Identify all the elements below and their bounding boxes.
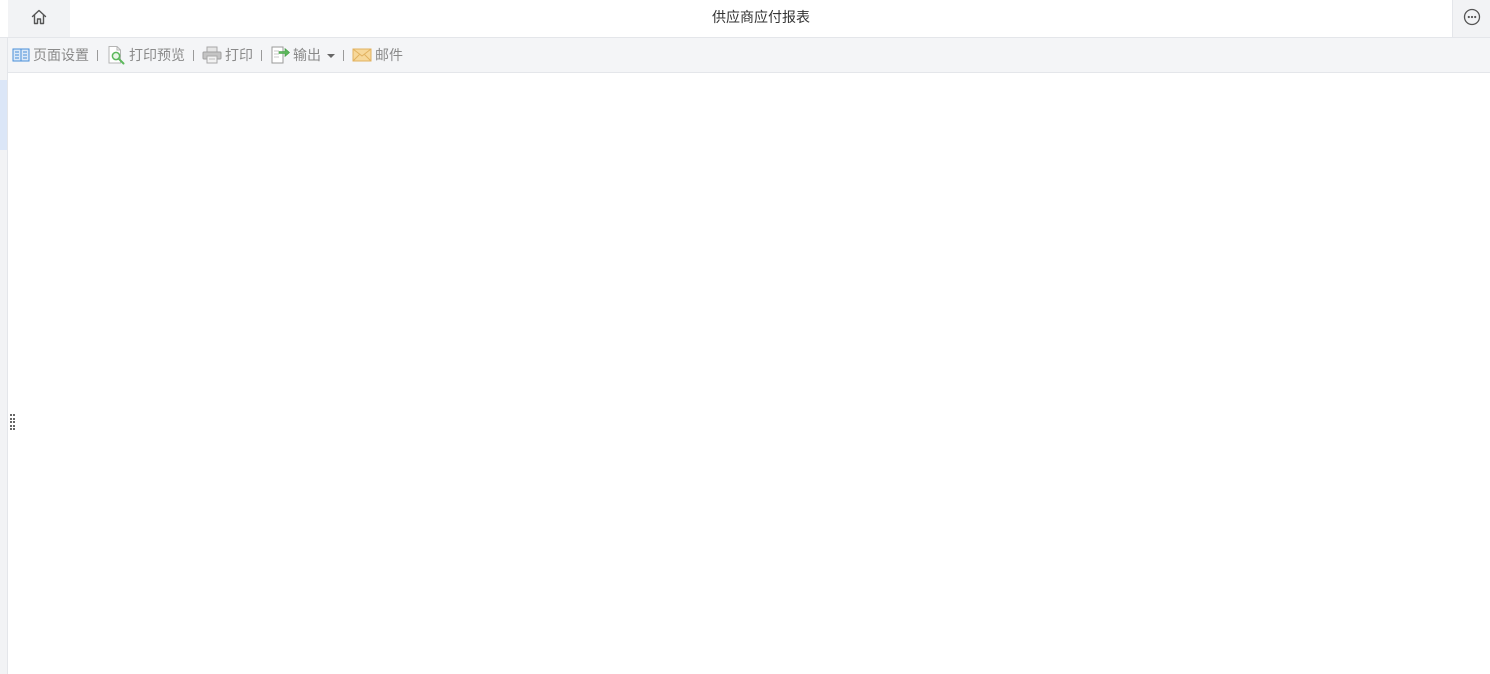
mail-icon bbox=[352, 47, 372, 63]
more-horizontal-circle-icon bbox=[1463, 8, 1481, 30]
export-icon bbox=[270, 45, 290, 65]
report-window: 供应商应付报表 页面设置 打印预览 打印 输出 邮件 bbox=[0, 0, 1490, 674]
toolbar-separator bbox=[193, 49, 194, 61]
print-label: 打印 bbox=[225, 48, 253, 64]
toolbar-separator bbox=[97, 49, 98, 61]
left-panel-active-marker bbox=[0, 80, 7, 150]
export-button[interactable]: 输出 bbox=[268, 42, 337, 68]
panel-resize-handle[interactable] bbox=[10, 414, 16, 430]
print-preview-button[interactable]: 打印预览 bbox=[104, 42, 187, 68]
report-toolbar: 页面设置 打印预览 打印 输出 邮件 bbox=[8, 38, 1490, 73]
toolbar-separator bbox=[261, 49, 262, 61]
title-bar: 供应商应付报表 bbox=[0, 0, 1490, 38]
print-preview-label: 打印预览 bbox=[129, 48, 185, 64]
page-setup-label: 页面设置 bbox=[33, 48, 89, 64]
left-panel-strip[interactable] bbox=[0, 0, 8, 674]
print-preview-icon bbox=[106, 45, 126, 65]
home-button[interactable] bbox=[8, 0, 70, 37]
printer-icon bbox=[202, 46, 222, 64]
page-setup-button[interactable]: 页面设置 bbox=[10, 42, 91, 68]
home-icon bbox=[30, 8, 48, 30]
email-label: 邮件 bbox=[375, 48, 403, 64]
more-options-button[interactable] bbox=[1452, 0, 1490, 37]
page-setup-icon bbox=[12, 47, 30, 63]
toolbar-separator bbox=[343, 49, 344, 61]
export-label: 输出 bbox=[293, 48, 321, 64]
print-button[interactable]: 打印 bbox=[200, 42, 255, 68]
email-button[interactable]: 邮件 bbox=[350, 42, 405, 68]
report-content-area bbox=[8, 73, 1490, 674]
chevron-down-icon[interactable] bbox=[327, 53, 335, 58]
page-title: 供应商应付报表 bbox=[712, 10, 810, 26]
